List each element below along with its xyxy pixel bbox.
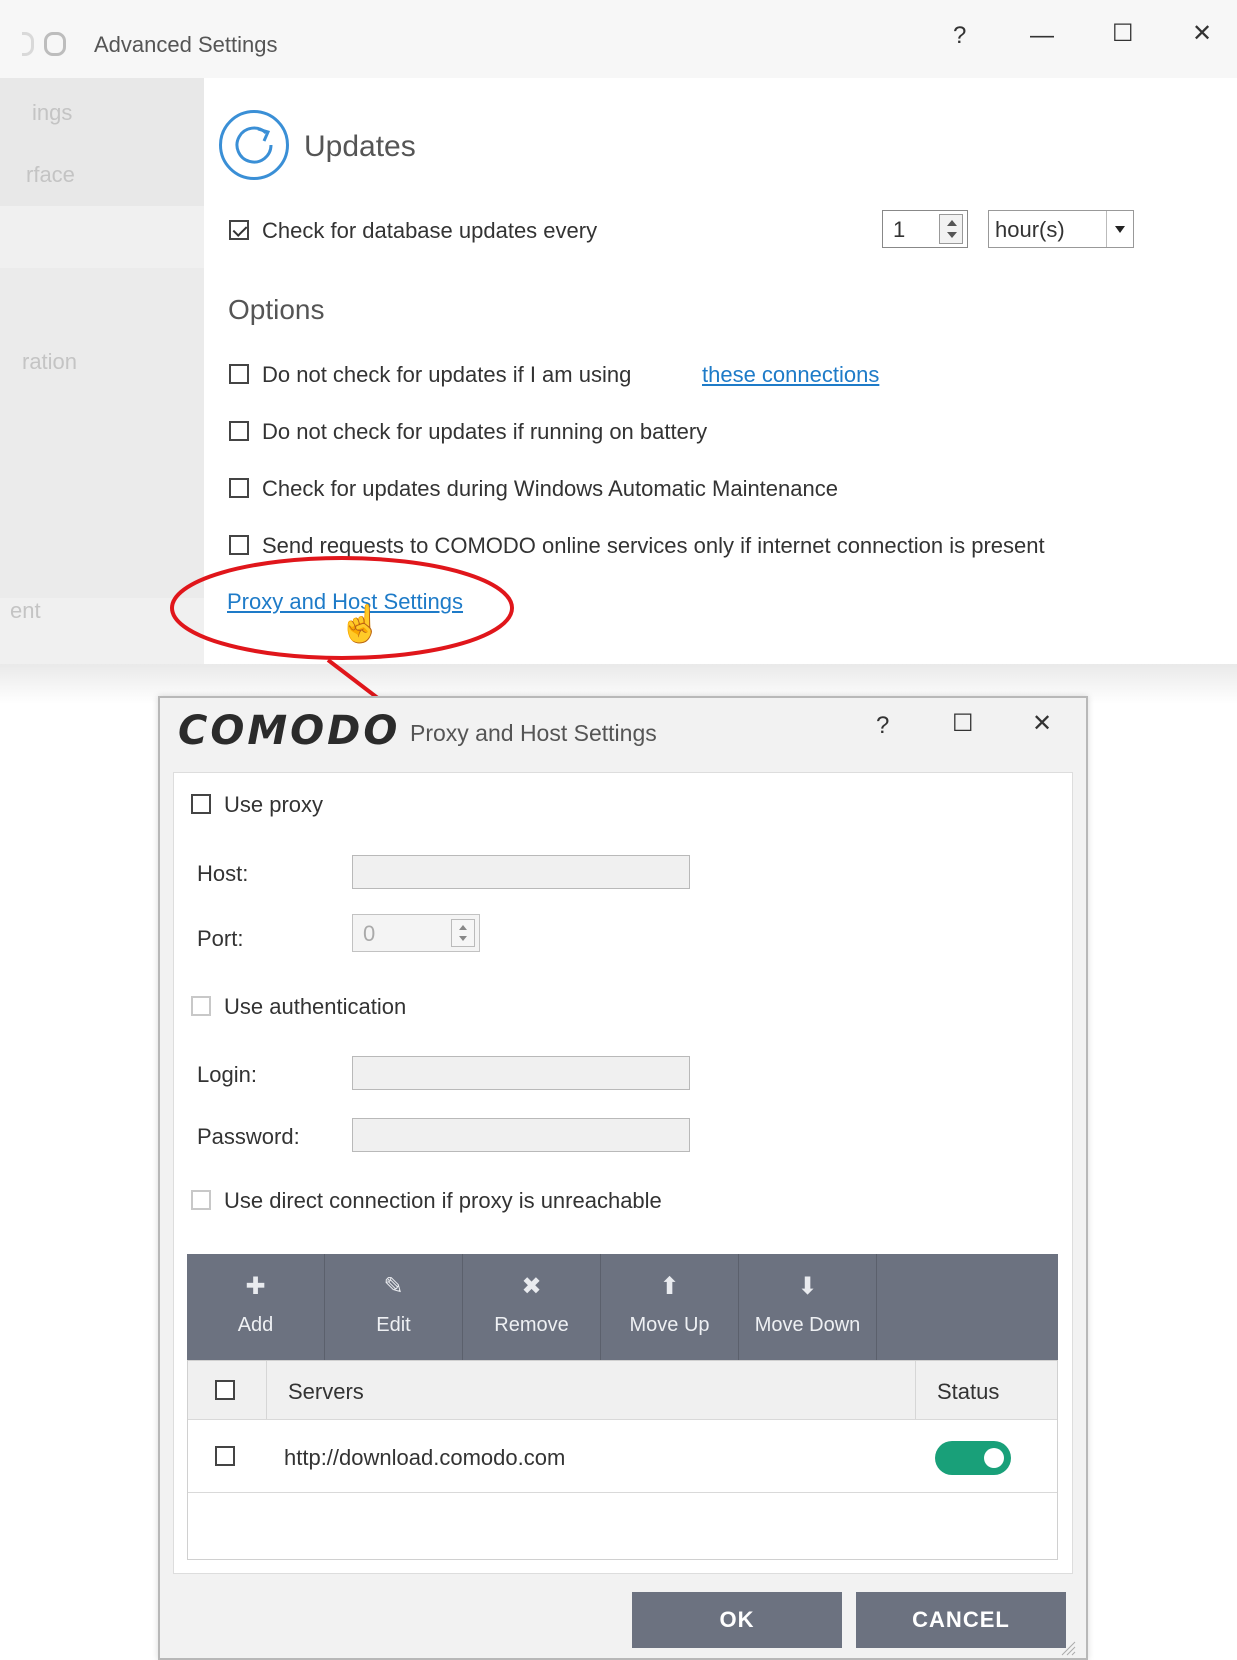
comodo-logo-icon [44,32,66,56]
server-status-toggle[interactable] [935,1441,1011,1475]
options-heading: Options [228,294,325,325]
these-connections-link[interactable]: these connections [702,362,879,388]
sidebar-item-configuration[interactable]: ration [22,349,77,375]
advanced-settings-window: Advanced Settings ? — ☐ ✕ ings rface rat… [0,0,1237,704]
use-authentication-label: Use authentication [224,994,407,1019]
cancel-button[interactable]: CANCEL [856,1592,1066,1648]
option-label-connections: Do not check for updates if I am using [262,362,632,387]
option-label-maintenance: Check for updates during Windows Automat… [262,476,838,501]
select-all-checkbox[interactable] [215,1380,235,1400]
close-button[interactable]: ✕ [1192,22,1212,46]
sidebar-item-interface[interactable]: rface [26,162,75,188]
interval-unit-value: hour(s) [995,217,1065,242]
dialog-title: Proxy and Host Settings [410,720,657,746]
section-title: Updates [304,130,416,163]
edit-button[interactable]: ✎ Edit [325,1254,463,1360]
hand-cursor-icon: ☝ [338,603,383,644]
ok-button[interactable]: OK [632,1592,842,1648]
interval-unit-select[interactable]: hour(s) [988,210,1134,248]
option-checkbox-maintenance[interactable] [229,478,249,498]
option-checkbox-online-services[interactable] [229,535,249,555]
add-button[interactable]: ✚ Add [187,1254,325,1360]
login-label: Login: [197,1062,257,1087]
servers-column-header[interactable]: Servers [288,1379,364,1405]
help-button[interactable]: ? [953,24,966,48]
password-input[interactable] [352,1118,690,1152]
dialog-help-button[interactable]: ? [876,714,889,738]
use-proxy-checkbox[interactable] [191,794,211,814]
login-input[interactable] [352,1056,690,1090]
option-checkbox-battery[interactable] [229,421,249,441]
plus-icon: ✚ [245,1273,266,1300]
remove-label: Remove [494,1314,569,1336]
port-stepper[interactable]: 0 [352,914,480,952]
move-down-button[interactable]: ⬇ Move Down [739,1254,877,1360]
port-label: Port: [197,926,244,951]
resize-grip-icon[interactable] [1060,1640,1076,1656]
minimize-button[interactable]: — [1030,24,1054,48]
use-authentication-checkbox[interactable] [191,996,211,1016]
direct-connection-label: Use direct connection if proxy is unreac… [224,1188,662,1213]
status-column-header[interactable]: Status [937,1379,999,1405]
use-proxy-label: Use proxy [224,792,324,817]
check-updates-checkbox[interactable] [229,220,249,240]
remove-button[interactable]: ✖ Remove [463,1254,601,1360]
direct-connection-checkbox[interactable] [191,1190,211,1210]
arrow-down-icon: ⬇ [797,1273,818,1300]
column-divider [266,1361,267,1419]
dialog-maximize-button[interactable]: ☐ [952,712,974,736]
remove-x-icon: ✖ [521,1273,542,1300]
add-label: Add [237,1314,274,1336]
port-value: 0 [363,921,376,946]
edit-label: Edit [376,1314,411,1336]
option-label-online-services: Send requests to COMODO online services … [262,533,1045,558]
host-input[interactable] [352,855,690,889]
host-label: Host: [197,861,249,886]
stepper-arrows-icon[interactable] [939,214,963,244]
sidebar-item-settings[interactable]: ings [32,100,72,126]
comodo-logo: COMODO [178,708,401,754]
check-updates-label: Check for database updates every [262,218,598,243]
arrow-up-icon: ⬆ [659,1273,680,1300]
stepper-arrows-icon[interactable] [451,919,475,947]
window-title: Advanced Settings [94,32,278,57]
interval-stepper[interactable]: 1 [882,210,968,248]
move-down-label: Move Down [754,1314,861,1336]
pencil-icon: ✎ [383,1273,404,1300]
server-url: http://download.comodo.com [284,1445,566,1470]
column-divider [915,1361,916,1419]
move-up-label: Move Up [629,1314,710,1336]
maximize-button[interactable]: ☐ [1112,22,1134,46]
option-label-battery: Do not check for updates if running on b… [262,419,708,444]
interval-value: 1 [893,217,906,242]
move-up-button[interactable]: ⬆ Move Up [601,1254,739,1360]
dropdown-arrow-icon[interactable] [1106,211,1133,247]
row-checkbox[interactable] [215,1446,235,1466]
password-label: Password: [197,1124,300,1149]
logo-icon-fragment [22,32,34,56]
sidebar-item-management[interactable]: ent [10,598,41,624]
refresh-icon [219,110,289,180]
dialog-close-button[interactable]: ✕ [1032,712,1052,736]
sidebar-section [0,268,204,598]
option-checkbox-connections[interactable] [229,364,249,384]
title-bar: Advanced Settings ? — ☐ ✕ [0,0,1237,78]
